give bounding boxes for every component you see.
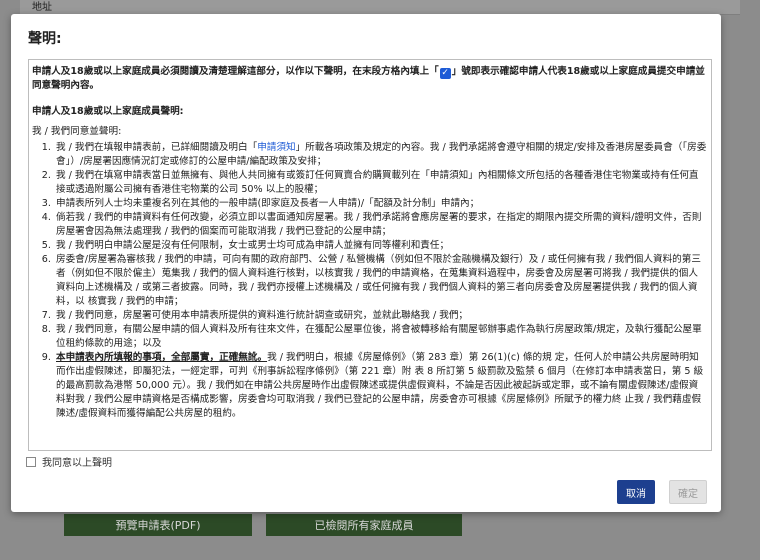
preview-pdf-button[interactable]: 預覽申請表(PDF) [64,514,252,536]
agree-heading: 我 / 我們同意並聲明: [32,126,122,137]
list-item: 我 / 我們明白申請公屋是沒有任何限制，女士或男士均可成為申請人並擁有同等權利和… [54,239,707,253]
checked-members-button[interactable]: 已檢閱所有家庭成員 [266,514,462,536]
modal-title: 聲明: [28,31,62,47]
declaration-list: 我 / 我們在填報申請表前，已詳細閱讀及明白「申請須知」所載各項政策及規定的內容… [32,141,707,421]
section-heading: 申請人及18歲或以上家庭成員聲明: [32,106,184,117]
declaration-modal: 聲明: 申請人及18歲或以上家庭成員必須閱讀及清楚理解這部分，以作以下聲明，在末… [11,14,721,512]
declaration-scroll-box[interactable]: 申請人及18歲或以上家庭成員必須閱讀及清楚理解這部分，以作以下聲明，在末段方格內… [28,59,712,451]
list-item: 申請表所列人士均未重複名列在其他的一般申請(即家庭及長者一人申請)/「配額及計分… [54,197,707,211]
agree-row[interactable]: 我同意以上聲明 [26,454,112,469]
list-item: 房委會/房屋署為審核我 / 我們的申請，可向有關的政府部門、公營 / 私營機構（… [54,253,707,309]
application-guide-link[interactable]: 申請須知 [257,142,295,153]
cancel-button[interactable]: 取消 [617,480,655,504]
agree-label[interactable]: 我同意以上聲明 [42,454,112,469]
intro-text: 申請人及18歲或以上家庭成員必須閱讀及清楚理解這部分，以作以下聲明，在末段方格內… [32,65,707,93]
list-item: 我 / 我們在填寫申請表當日並無擁有、與他人共同擁有或簽訂任何買賣合約購買載列在… [54,169,707,197]
intro-before: 申請人及18歲或以上家庭成員必須閱讀及清楚理解這部分，以作以下聲明，在末段方格內… [32,66,439,77]
list-item: 我 / 我們同意，有關公屋申請的個人資料及所有往來文件，在獲配公屋單位後，將會被… [54,323,707,351]
address-label: 地址 [32,2,52,13]
agree-checkbox[interactable] [26,456,36,467]
list-item: 我 / 我們在填報申請表前，已詳細閱讀及明白「申請須知」所載各項政策及規定的內容… [54,141,707,169]
confirm-button[interactable]: 確定 [669,480,707,504]
checkmark-icon: ✓ [439,68,451,79]
truthful-statement: 本申請表內所填報的事項，全部屬實，正確無訛。 [56,352,268,363]
item-text: 我 / 我們在填報申請表前，已詳細閱讀及明白「 [56,142,258,153]
list-item: 我 / 我們同意，房屋署可使用本申請表所提供的資料進行統計調查或研究，並就此聯絡… [54,309,707,323]
background-address-row: 地址 [20,0,740,15]
list-item: 本申請表內所填報的事項，全部屬實，正確無訛。我 / 我們明白，根據《房屋條例》（… [54,351,707,421]
list-item: 倘若我 / 我們的申請資料有任何改變，必須立即以書面通知房屋署。我 / 我們承諾… [54,211,707,239]
